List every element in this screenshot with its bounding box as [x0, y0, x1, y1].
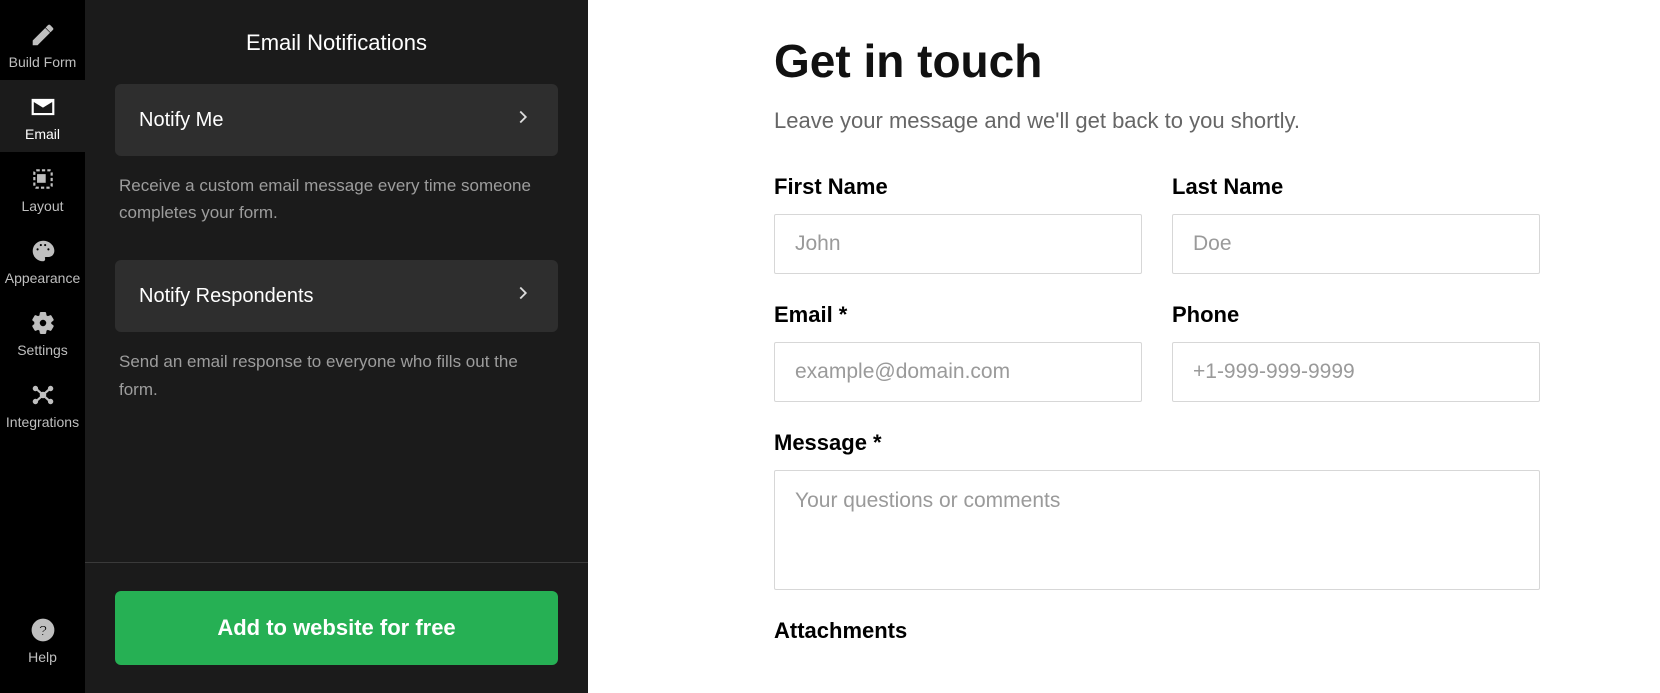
palette-icon: [30, 238, 56, 264]
gear-icon: [30, 310, 56, 336]
label-attachments: Attachments: [774, 618, 1540, 644]
rail-label: Integrations: [6, 414, 79, 430]
row-contact: Email * Phone: [774, 302, 1540, 402]
rail-settings[interactable]: Settings: [0, 296, 85, 368]
label-first-name: First Name: [774, 174, 1142, 200]
add-to-website-button[interactable]: Add to website for free: [115, 591, 558, 665]
panel-title: Email Notifications: [85, 0, 588, 84]
rail-email[interactable]: Email: [0, 80, 85, 152]
chevron-right-icon: [512, 106, 534, 134]
field-attachments: Attachments: [774, 618, 1540, 658]
pencil-icon: [30, 22, 56, 48]
panel-footer: Add to website for free: [85, 562, 588, 693]
field-email: Email *: [774, 302, 1142, 402]
input-email[interactable]: [774, 342, 1142, 402]
panel-body: Notify Me Receive a custom email message…: [85, 84, 588, 562]
svg-text:?: ?: [38, 622, 47, 639]
input-message[interactable]: [774, 470, 1540, 590]
rail-label: Build Form: [9, 54, 77, 70]
field-last-name: Last Name: [1172, 174, 1540, 274]
chevron-right-icon: [512, 282, 534, 310]
form-preview: Get in touch Leave your message and we'l…: [588, 0, 1660, 693]
label-email: Email *: [774, 302, 1142, 328]
help-icon: ?: [30, 617, 56, 643]
option-desc: Send an email response to everyone who f…: [115, 332, 558, 436]
field-first-name: First Name: [774, 174, 1142, 274]
row-attachments: Attachments: [774, 618, 1540, 658]
option-notify-respondents[interactable]: Notify Respondents: [115, 260, 558, 332]
form-title: Get in touch: [774, 34, 1540, 88]
rail-build-form[interactable]: Build Form: [0, 8, 85, 80]
rail-label: Settings: [17, 342, 68, 358]
row-name: First Name Last Name: [774, 174, 1540, 274]
rail-label: Email: [25, 126, 60, 142]
envelope-icon: [30, 94, 56, 120]
rail-layout[interactable]: Layout: [0, 152, 85, 224]
settings-panel: Email Notifications Notify Me Receive a …: [85, 0, 588, 693]
rail-label: Help: [28, 649, 57, 665]
nav-rail: Build Form Email Layout Appearance Setti…: [0, 0, 85, 693]
field-message: Message *: [774, 430, 1540, 590]
label-phone: Phone: [1172, 302, 1540, 328]
rail-help[interactable]: ? Help: [0, 603, 85, 675]
rail-label: Appearance: [5, 270, 81, 286]
label-message: Message *: [774, 430, 1540, 456]
option-title: Notify Me: [139, 109, 223, 132]
option-desc: Receive a custom email message every tim…: [115, 156, 558, 260]
option-notify-me[interactable]: Notify Me: [115, 84, 558, 156]
label-last-name: Last Name: [1172, 174, 1540, 200]
rail-integrations[interactable]: Integrations: [0, 368, 85, 440]
rail-appearance[interactable]: Appearance: [0, 224, 85, 296]
input-last-name[interactable]: [1172, 214, 1540, 274]
form-subtitle: Leave your message and we'll get back to…: [774, 108, 1540, 134]
rail-label: Layout: [21, 198, 63, 214]
row-message: Message *: [774, 430, 1540, 590]
layout-icon: [30, 166, 56, 192]
input-phone[interactable]: [1172, 342, 1540, 402]
integrations-icon: [30, 382, 56, 408]
input-first-name[interactable]: [774, 214, 1142, 274]
option-title: Notify Respondents: [139, 285, 314, 308]
field-phone: Phone: [1172, 302, 1540, 402]
